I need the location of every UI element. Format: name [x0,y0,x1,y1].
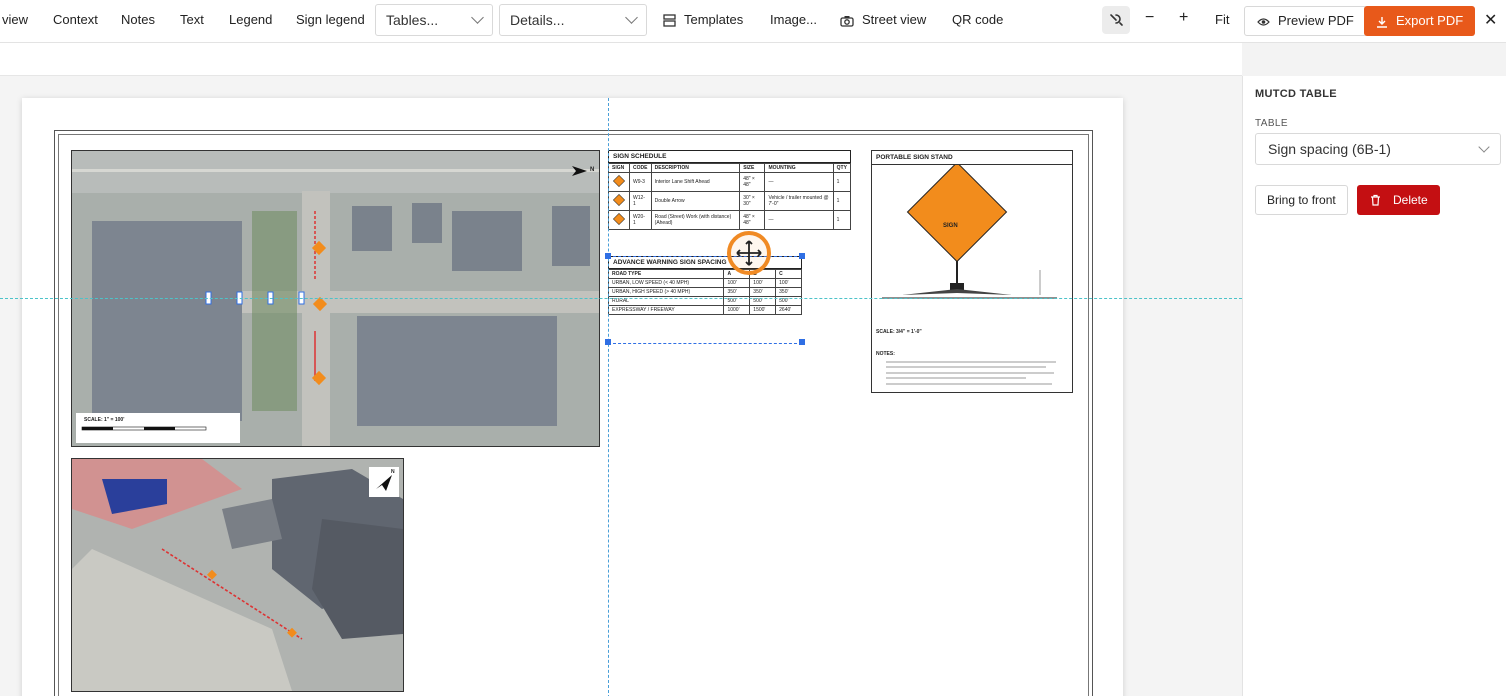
qr-code-button[interactable]: QR code [952,12,1003,27]
toolbar-sign-legend-item[interactable]: Sign legend [296,12,365,27]
toolbar-view-item[interactable]: view [2,12,28,27]
3d-view-image [72,459,403,691]
tables-select[interactable]: Tables... [375,4,493,36]
column-header: DESCRIPTION [650,163,741,173]
magnet-icon [1110,14,1123,26]
table-cell: W20-1 [629,210,652,230]
sign-diamond-icon [608,210,630,230]
table-cell: 1 [832,191,852,211]
sheet-paper: SCALE: 1" = 100' N N SIGN SCHEDULE SIGN … [22,98,1123,696]
layout-canvas[interactable]: SCALE: 1" = 100' N N SIGN SCHEDULE SIGN … [0,76,1242,696]
table-type-value: Sign spacing (6B-1) [1268,141,1391,157]
table-cell: 1 [832,172,852,192]
portable-sign-stand-detail[interactable]: PORTABLE SIGN STAND SIGN SCALE: 3/4" = 1… [871,150,1073,393]
table-cell: 48" × 48" [739,210,766,230]
aerial-scale-label: SCALE: 1" = 100' [84,417,125,423]
export-pdf-label: Export PDF [1396,13,1464,28]
table-cell: Double Arrow [650,191,741,211]
download-icon [1377,16,1387,28]
resize-handle-bottom-right[interactable] [799,339,805,345]
templates-icon [663,14,676,27]
stand-notes-text [886,361,1056,385]
sign-schedule-table[interactable]: SIGN SCHEDULE SIGN CODE DESCRIPTION SIZE… [608,150,852,230]
street-view-label: Street view [862,12,927,27]
camera-icon [840,15,854,27]
delete-label: Delete [1393,193,1428,207]
sign-schedule-grid: SIGN CODE DESCRIPTION SIZE MOUNTING QTY … [608,163,852,230]
toolbar-context-item[interactable]: Context [53,12,98,27]
toolbar-notes-item[interactable]: Notes [121,12,155,27]
column-header: SIZE [739,163,766,173]
eye-icon [1257,17,1270,26]
tables-select-value: Tables... [386,12,439,28]
details-select-value: Details... [510,12,565,28]
column-header: QTY [832,163,852,173]
chevron-down-icon [625,11,638,24]
top-toolbar: view Context Notes Text Legend Sign lege… [0,0,1506,43]
aerial-north-label: N [590,167,595,173]
image-button[interactable]: Image... [770,12,817,27]
zoom-out-button[interactable]: − [1145,9,1154,27]
stand-notes-title: NOTES: [876,351,895,357]
sign-diamond-icon [608,191,630,211]
move-cursor-indicator [727,231,771,275]
selection-box[interactable] [608,256,802,344]
table-row: W20-1 Road (Street) Work (with distance)… [608,210,852,230]
preview-pdf-button[interactable]: Preview PDF [1244,6,1367,36]
templates-label: Templates [684,12,744,27]
table-row: W9-3 Interior Lane Shift Ahead 48" × 48"… [608,172,852,192]
table-cell: W12-1 [629,191,652,211]
vertical-alignment-guide [608,98,609,696]
close-icon[interactable]: ✕ [1484,10,1497,30]
table-cell: 1 [832,210,852,230]
zoom-fit-button[interactable]: Fit [1215,12,1229,27]
table-cell: Vehicle / trailer mounted @ 7'-0" [764,191,834,211]
table-type-select[interactable]: Sign spacing (6B-1) [1255,133,1501,165]
sign-schedule-title: SIGN SCHEDULE [608,150,851,163]
resize-handle-bottom-left[interactable] [605,339,611,345]
table-cell: Interior Lane Shift Ahead [650,172,741,192]
export-pdf-button[interactable]: Export PDF [1364,6,1476,36]
chevron-down-icon [471,11,484,24]
resize-handle-top-right[interactable] [799,253,805,259]
sign-stand-drawing [882,161,1057,299]
toolbar-text-item[interactable]: Text [180,12,204,27]
panel-title: MUTCD TABLE [1255,88,1337,100]
portable-stand-title: PORTABLE SIGN STAND [872,151,1072,165]
stand-scale-label: SCALE: 3/4" = 1'-0" [876,329,922,335]
zoom-in-button[interactable]: + [1179,9,1188,27]
details-select[interactable]: Details... [499,4,647,36]
sign-diamond-icon [608,172,630,192]
templates-button[interactable]: Templates [663,12,743,27]
table-row: W12-1 Double Arrow 30" × 30" Vehicle / t… [608,191,852,211]
table-cell: 30" × 30" [739,191,766,211]
table-cell: W9-3 [629,172,652,192]
move-icon [736,240,762,266]
column-header: SIGN [608,163,630,173]
bring-to-front-button[interactable]: Bring to front [1255,185,1348,215]
column-header: MOUNTING [764,163,834,173]
3d-north-label: N [391,469,395,475]
properties-panel: MUTCD TABLE TABLE Sign spacing (6B-1) Br… [1242,76,1506,696]
trash-icon [1371,194,1380,206]
sign-face-label: SIGN [943,223,958,229]
table-cell: — [764,210,834,230]
table-cell: — [764,172,834,192]
table-cell: Road (Street) Work (with distance) (Ahea… [650,210,741,230]
delete-button[interactable]: Delete [1357,185,1440,215]
3d-view-viewport[interactable]: N [71,458,404,692]
canvas-subbar [0,43,1242,76]
snap-toggle-button[interactable] [1102,6,1130,34]
preview-pdf-label: Preview PDF [1278,13,1354,28]
table-field-label: TABLE [1255,118,1288,129]
toolbar-legend-item[interactable]: Legend [229,12,272,27]
street-view-button[interactable]: Street view [840,12,926,27]
column-header: CODE [629,163,652,173]
resize-handle-top-left[interactable] [605,253,611,259]
table-cell: 48" × 48" [739,172,766,192]
chevron-down-icon [1478,141,1490,153]
